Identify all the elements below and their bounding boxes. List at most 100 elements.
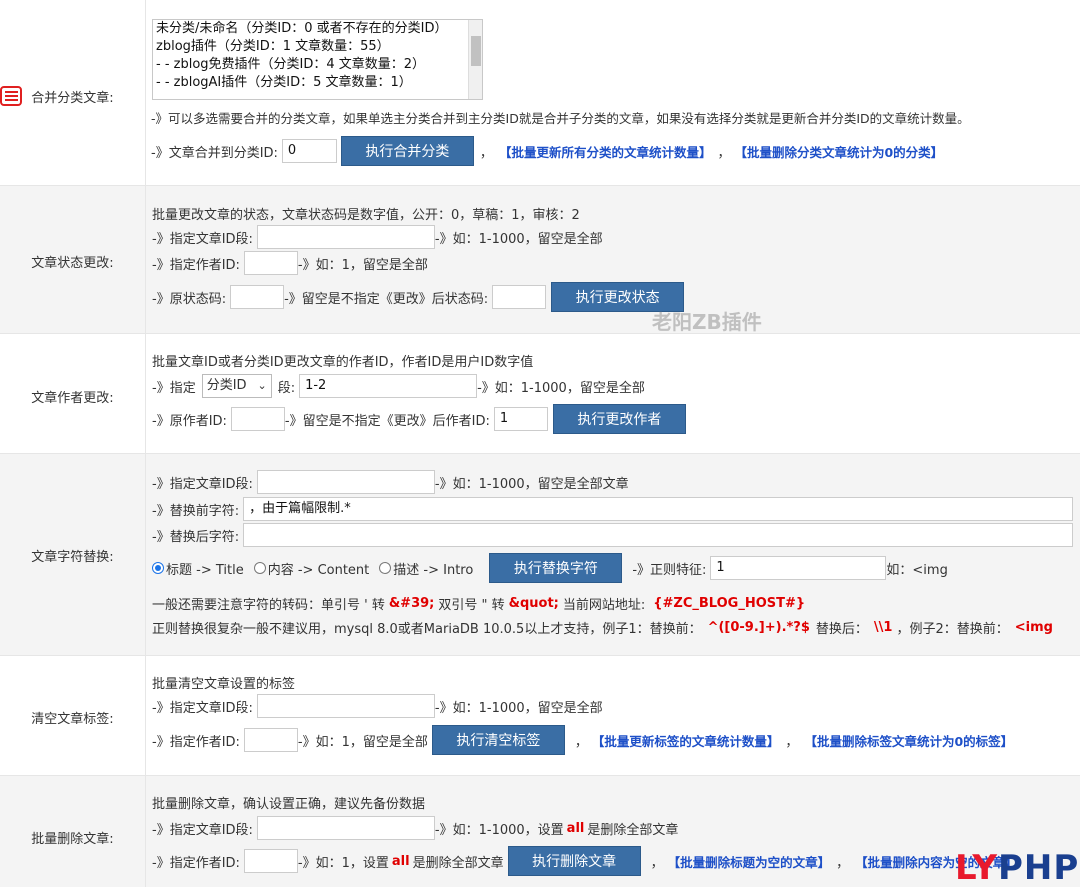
delete-author-input[interactable] xyxy=(243,849,298,873)
note-code: ^([0-9.]+).*?$ xyxy=(707,620,810,635)
status-code-row: -》原状态码: -》留空是不指定《更改》后状态码: 执行更改状态 xyxy=(152,282,685,312)
replace-id-label: -》指定文章ID段: xyxy=(152,476,253,492)
author-seg-hint: -》如：1-1000，留空是全部 xyxy=(477,380,645,396)
note-text: 当前网站地址: xyxy=(562,598,646,613)
radio-content-label: 内容 -> Content xyxy=(267,562,370,578)
author-new-input[interactable]: 1 xyxy=(493,407,548,431)
merge-button[interactable]: 执行合并分类 xyxy=(340,136,474,166)
delete-empty-category-link[interactable]: 【批量删除分类文章统计为0的分类】 xyxy=(734,142,943,161)
delete-cell: 批量删除文章，确认设置正确，建议先备份数据 -》指定文章ID段: -》如：1-1… xyxy=(145,776,1080,887)
regex-input[interactable]: 1 xyxy=(710,556,887,580)
author-cell: 批量文章ID或者分类ID更改文章的作者ID，作者ID是用户ID数字值 -》指定 … xyxy=(145,334,1080,453)
tags-id-row: -》指定文章ID段: -》如：1-1000，留空是全部 xyxy=(152,694,603,718)
status-cell: 批量更改文章的状态，文章状态码是数字值，公开：0，草稿：1，审核：2 -》指定文… xyxy=(145,186,1080,333)
list-item[interactable]: 未分类/未命名（分类ID：0 或者不存在的分类ID） xyxy=(153,20,482,38)
delete-author-hint: -》如：1，设置 xyxy=(297,855,389,871)
replace-label: 文章字符替换: xyxy=(31,550,114,565)
delete-id-label: -》指定文章ID段: xyxy=(152,822,253,838)
delete-id-all: all xyxy=(566,820,585,836)
replace-options-row: 标题 -> Title 内容 -> Content 描述 -> Intro 执行… xyxy=(152,553,948,583)
author-orig-label: -》原作者ID: xyxy=(152,413,227,429)
list-item[interactable]: zblog插件（分类ID：1 文章数量：55） xyxy=(153,38,482,56)
menu-icon[interactable] xyxy=(0,86,22,106)
author-seg-input[interactable]: 1-2 xyxy=(299,374,478,398)
status-id-input[interactable] xyxy=(256,225,435,249)
delete-author-label: -》指定作者ID: xyxy=(152,855,240,871)
list-item[interactable]: - - zblogAI插件（分类ID：5 文章数量：1） xyxy=(153,74,482,92)
tags-desc: 批量清空文章设置的标签 xyxy=(152,677,296,692)
author-spec-row: -》指定 分类ID ⌄ 段: 1-2 -》如：1-1000，留空是全部 xyxy=(152,373,645,399)
status-orig-label: -》原状态码: xyxy=(152,291,227,307)
replace-id-input[interactable] xyxy=(256,470,435,494)
delete-empty-title-link[interactable]: 【批量删除标题为空的文章】 xyxy=(668,852,831,871)
note-text: 替换后： xyxy=(815,622,868,637)
radio-title-label: 标题 -> Title xyxy=(166,562,244,578)
corner-logo: LYPHP xyxy=(955,848,1079,887)
radio-intro-label: 描述 -> Intro xyxy=(393,562,474,578)
list-item[interactable]: - - zblog免费插件（分类ID：4 文章数量：2） xyxy=(153,56,482,74)
delete-author-row: -》指定作者ID: -》如：1，设置 all 是删除全部文章 执行删除文章 ， … xyxy=(152,846,1018,876)
replace-after-label: -》替换后字符: xyxy=(152,529,240,545)
radio-title[interactable] xyxy=(152,562,164,574)
delete-section: 批量删除文章: 批量删除文章，确认设置正确，建议先备份数据 -》指定文章ID段:… xyxy=(0,776,1080,887)
author-label: 文章作者更改: xyxy=(31,391,114,406)
update-category-count-link[interactable]: 【批量更新所有分类的文章统计数量】 xyxy=(499,142,712,161)
delete-empty-tag-link[interactable]: 【批量删除标签文章统计为0的标签】 xyxy=(804,731,1013,750)
tags-author-input[interactable] xyxy=(243,728,298,752)
tags-author-hint: -》如：1，留空是全部 xyxy=(297,734,428,750)
tags-id-input[interactable] xyxy=(256,694,435,718)
update-tag-count-link[interactable]: 【批量更新标签的文章统计数量】 xyxy=(592,731,780,750)
note-text: 双引号 " 转 xyxy=(438,598,505,613)
chevron-down-icon: ⌄ xyxy=(257,379,267,392)
sep: ， xyxy=(785,734,799,750)
author-type-select[interactable]: 分类ID ⌄ xyxy=(201,374,272,398)
replace-after-row: -》替换后字符: xyxy=(152,523,1080,547)
logo-part: PHP xyxy=(998,848,1080,887)
status-new-input[interactable] xyxy=(492,285,547,309)
status-desc: 批量更改文章的状态，文章状态码是数字值，公开：0，草稿：1，审核：2 xyxy=(152,208,580,223)
author-desc: 批量文章ID或者分类ID更改文章的作者ID，作者ID是用户ID数字值 xyxy=(152,355,534,370)
merge-target-row: -》文章合并到分类ID: 0 执行合并分类 ， 【批量更新所有分类的文章统计数量… xyxy=(151,136,943,166)
replace-after-input[interactable] xyxy=(243,523,1074,547)
status-orig-input[interactable] xyxy=(230,285,285,309)
status-author-input[interactable] xyxy=(243,251,298,275)
change-author-button[interactable]: 执行更改作者 xyxy=(552,404,686,434)
clear-tags-button[interactable]: 执行清空标签 xyxy=(431,725,565,755)
replace-note1: 一般还需要注意字符的转码：单引号 ' 转 &#39; 双引号 " 转 &quot… xyxy=(152,594,805,613)
delete-articles-button[interactable]: 执行删除文章 xyxy=(507,846,641,876)
delete-id-row: -》指定文章ID段: -》如：1-1000，设置 all 是删除全部文章 xyxy=(152,816,678,840)
status-id-label: -》指定文章ID段: xyxy=(152,231,253,247)
status-id-row: -》指定文章ID段: -》如：1-1000，留空是全部 xyxy=(152,225,603,249)
author-spec-label: -》指定 xyxy=(152,380,196,396)
merge-target-input[interactable]: 0 xyxy=(281,139,337,163)
note-text: ，例子2：替换前： xyxy=(896,622,1009,637)
tags-author-label: -》指定作者ID: xyxy=(152,734,240,750)
radio-intro[interactable] xyxy=(379,562,392,574)
radio-content[interactable] xyxy=(253,562,266,574)
listbox-scrollbar[interactable] xyxy=(468,20,482,99)
delete-id-input[interactable] xyxy=(256,816,435,840)
status-label: 文章状态更改: xyxy=(31,256,114,271)
author-change-row: -》原作者ID: -》留空是不指定《更改》后作者ID: 1 执行更改作者 xyxy=(152,404,686,434)
status-orig-hint: -》留空是不指定《更改》后状态码: xyxy=(284,291,489,307)
delete-desc: 批量删除文章，确认设置正确，建议先备份数据 xyxy=(152,797,426,812)
sep: ， xyxy=(479,145,493,161)
author-orig-input[interactable] xyxy=(230,407,285,431)
status-author-hint: -》如：1，留空是全部 xyxy=(297,257,428,273)
tags-id-label: -》指定文章ID段: xyxy=(152,700,253,716)
note-code: {#ZC_BLOG_HOST#} xyxy=(653,596,806,611)
replace-before-row: -》替换前字符: ，由于篇幅限制.* xyxy=(152,497,1080,521)
delete-id-hint-tail: 是删除全部文章 xyxy=(587,822,679,838)
sep: ， xyxy=(650,855,664,871)
category-listbox[interactable]: 未分类/未命名（分类ID：0 或者不存在的分类ID） zblog插件（分类ID：… xyxy=(152,19,483,100)
delete-author-hint-tail: 是删除全部文章 xyxy=(412,855,504,871)
note-code: &quot; xyxy=(508,596,559,611)
replace-button[interactable]: 执行替换字符 xyxy=(489,553,623,583)
sep: ， xyxy=(717,145,731,161)
tags-id-hint: -》如：1-1000，留空是全部 xyxy=(434,700,603,716)
replace-before-label: -》替换前字符: xyxy=(152,503,240,519)
sep: ， xyxy=(836,855,850,871)
tags-label: 清空文章标签: xyxy=(31,712,114,727)
replace-before-input[interactable]: ，由于篇幅限制.* xyxy=(243,497,1074,521)
regex-label: -》正则特征: xyxy=(632,562,707,578)
